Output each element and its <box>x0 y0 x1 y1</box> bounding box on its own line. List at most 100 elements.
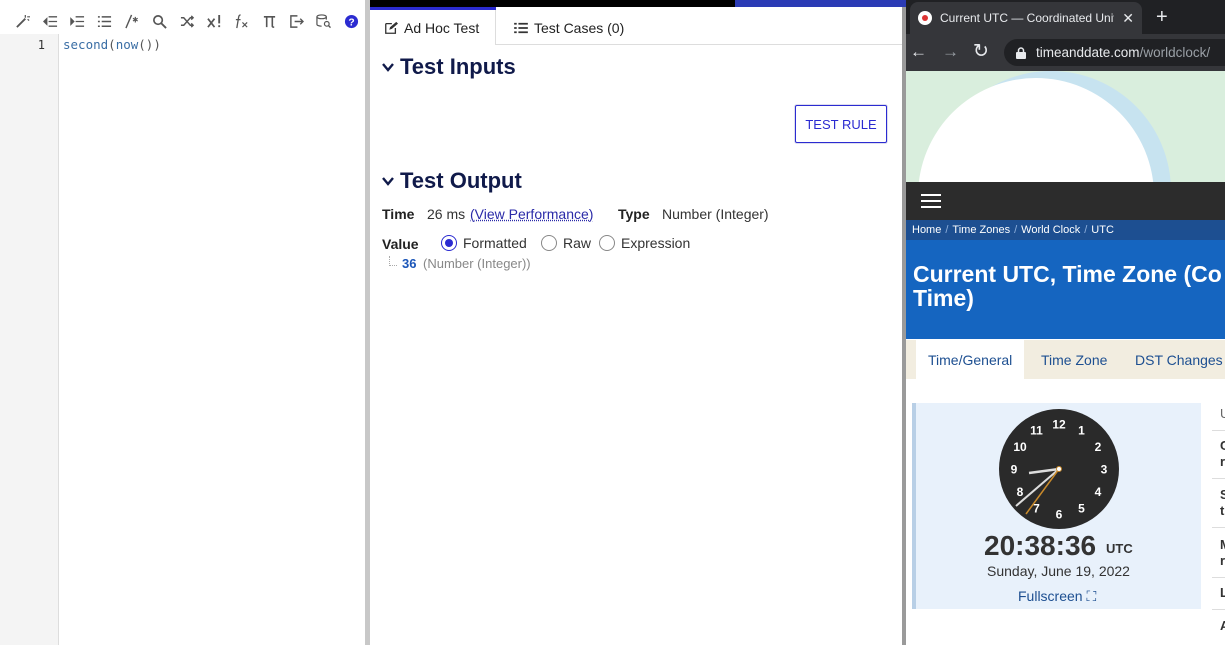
clock-numeral: 4 <box>1095 485 1102 499</box>
side-text: S <box>1220 487 1225 503</box>
type-label: Type <box>618 206 650 222</box>
clock-numeral: 11 <box>1030 424 1043 438</box>
lock-icon <box>1016 47 1026 59</box>
reload-icon[interactable]: ↻ <box>973 40 989 63</box>
url-path: /worldclock/ <box>1140 45 1211 60</box>
radio-formatted-circle[interactable] <box>441 235 457 251</box>
side-text: M <box>1220 537 1225 553</box>
shuffle-icon[interactable] <box>173 9 200 33</box>
tab-ad-hoc-test[interactable]: Ad Hoc Test <box>370 10 496 45</box>
radio-formatted[interactable]: Formatted <box>441 235 527 251</box>
test-pane <box>370 0 902 645</box>
export-icon[interactable] <box>283 9 310 33</box>
code-close-paren: ()) <box>138 37 161 52</box>
svg-text:?: ? <box>348 17 354 28</box>
test-output-label: Test Output <box>400 168 522 194</box>
view-performance-link[interactable]: (View Performance) <box>470 206 593 222</box>
clock-numeral: 1 <box>1078 424 1085 438</box>
divider <box>1212 527 1225 528</box>
side-text: r <box>1220 454 1225 470</box>
current-date: Sunday, June 19, 2022 <box>987 563 1130 579</box>
tab-test-cases-label: Test Cases (0) <box>534 20 624 36</box>
hamburger-menu-icon[interactable] <box>921 194 941 208</box>
test-inputs-heading[interactable]: Test Inputs <box>382 54 516 80</box>
clock-numeral: 6 <box>1056 508 1063 522</box>
tree-connector <box>389 256 397 266</box>
radio-expression-circle[interactable] <box>599 235 615 251</box>
time-label: Time <box>382 206 414 222</box>
divider <box>1212 478 1225 479</box>
tab-time-zone[interactable]: Time Zone <box>1029 340 1119 379</box>
side-text: C <box>1220 438 1225 454</box>
digital-time: 20:38:36 <box>984 530 1096 562</box>
side-text: t <box>1220 503 1224 519</box>
window-accent-bar <box>735 0 906 7</box>
comment-icon[interactable] <box>119 9 146 33</box>
divider <box>1212 609 1225 610</box>
indent-icon[interactable] <box>64 9 91 33</box>
list-icon[interactable] <box>91 9 118 33</box>
breadcrumb: Home / Time Zones / World Clock / UTC <box>906 220 1225 240</box>
clock-numeral: 12 <box>1052 418 1066 432</box>
page-title: Current UTC, Time Zone (Co Time) <box>906 240 1225 339</box>
back-icon[interactable]: ← <box>910 42 927 62</box>
editor-toolbar: ? <box>0 8 365 34</box>
radio-raw-circle[interactable] <box>541 235 557 251</box>
radio-expression-label: Expression <box>621 235 690 251</box>
time-value: 26 ms <box>427 206 465 222</box>
breadcrumb-separator: / <box>1084 224 1087 236</box>
magic-wand-icon[interactable] <box>9 9 36 33</box>
database-search-icon[interactable] <box>310 9 337 33</box>
divider <box>1212 577 1225 578</box>
help-icon[interactable]: ? <box>338 9 365 33</box>
fullscreen-link[interactable]: Fullscreen ⛶ <box>1018 588 1096 605</box>
clock-numeral: 8 <box>1017 485 1024 499</box>
side-text: U <box>1220 406 1225 422</box>
close-tab-icon[interactable]: ✕ <box>1122 10 1134 27</box>
tab-ad-hoc-label: Ad Hoc Test <box>404 20 479 36</box>
fx-icon[interactable] <box>228 9 255 33</box>
outdent-icon[interactable] <box>36 9 63 33</box>
address-bar[interactable]: timeanddate.com/worldclock/ <box>1004 39 1225 66</box>
site-navbar <box>906 182 1225 220</box>
code-fn-inner: now <box>116 37 139 52</box>
code-fn-outer: second <box>63 37 108 52</box>
tab-dst-changes[interactable]: DST Changes <box>1123 340 1225 379</box>
breadcrumb-utc[interactable]: UTC <box>1091 224 1114 236</box>
tab-test-cases[interactable]: Test Cases (0) <box>500 10 638 45</box>
radio-expression[interactable]: Expression <box>599 235 690 251</box>
result-type: (Number (Integer)) <box>423 256 531 271</box>
side-text: r <box>1220 553 1225 569</box>
breadcrumb-time-zones[interactable]: Time Zones <box>952 224 1010 236</box>
pi-icon[interactable] <box>256 9 283 33</box>
test-output-heading[interactable]: Test Output <box>382 168 522 194</box>
new-tab-icon[interactable]: + <box>1156 6 1168 29</box>
chevron-down-icon <box>382 61 394 73</box>
side-text: L <box>1220 585 1225 601</box>
hero-graphic <box>906 71 1225 182</box>
search-icon[interactable] <box>146 9 173 33</box>
radio-raw[interactable]: Raw <box>541 235 591 251</box>
tab-time-general[interactable]: Time/General <box>916 340 1024 379</box>
forward-icon[interactable]: → <box>942 42 959 62</box>
chevron-down-icon <box>382 175 394 187</box>
value-label: Value <box>382 236 419 252</box>
breadcrumb-separator: / <box>945 224 948 236</box>
clock-numeral: 5 <box>1078 502 1085 516</box>
x-factorial-icon[interactable] <box>201 9 228 33</box>
clock-numeral: 9 <box>1011 463 1018 477</box>
clock-numeral: 2 <box>1095 440 1102 454</box>
clock-numeral: 3 <box>1101 463 1108 477</box>
line-gutter <box>0 34 59 645</box>
test-rule-button[interactable]: TEST RULE <box>795 105 887 143</box>
test-tabs: Ad Hoc Test Test Cases (0) <box>370 10 902 45</box>
breadcrumb-home[interactable]: Home <box>912 224 941 236</box>
test-inputs-label: Test Inputs <box>400 54 516 80</box>
code-line[interactable]: second(now()) <box>63 37 161 52</box>
breadcrumb-world-clock[interactable]: World Clock <box>1021 224 1080 236</box>
browser-tab[interactable]: Current UTC — Coordinated Univ ✕ <box>910 2 1142 34</box>
browser-tab-title: Current UTC — Coordinated Univ <box>940 11 1114 25</box>
clock-numeral: 10 <box>1013 440 1027 454</box>
result-value: 36 <box>402 256 416 271</box>
edit-icon <box>384 21 398 35</box>
